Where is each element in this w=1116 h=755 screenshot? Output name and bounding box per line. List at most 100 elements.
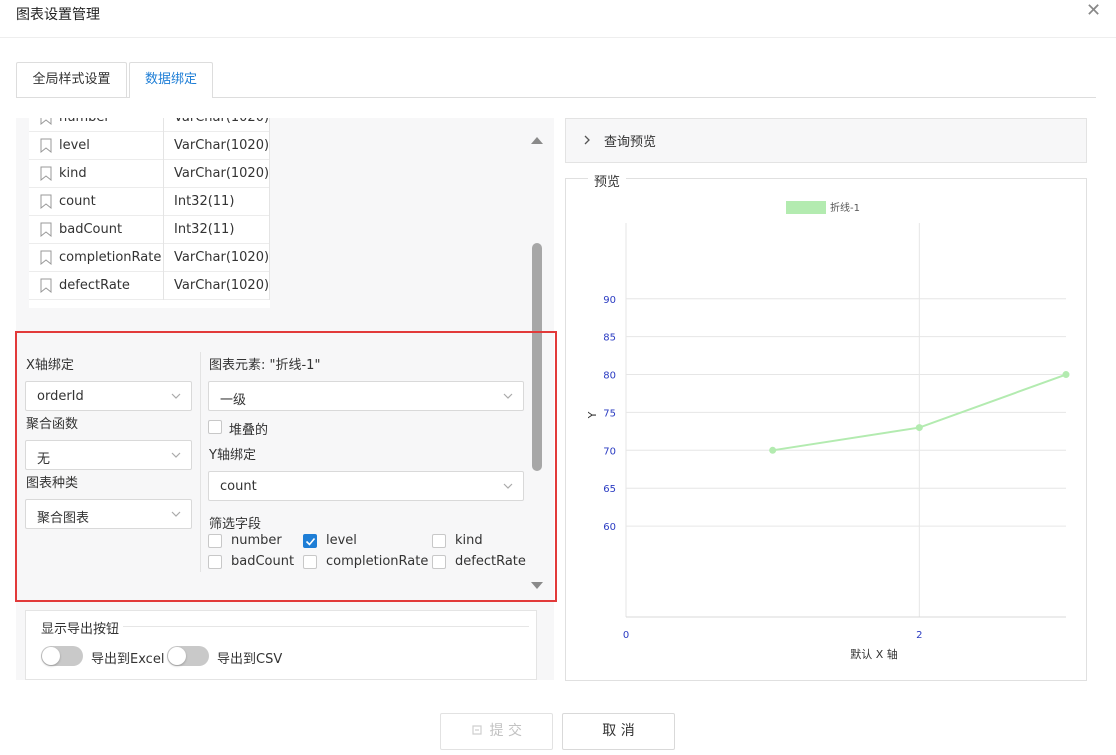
filter-checkbox-level[interactable] <box>303 534 317 548</box>
table-row[interactable]: level VarChar(1020) <box>29 132 270 160</box>
chevron-right-icon[interactable] <box>583 135 591 145</box>
y-axis-select[interactable]: count <box>208 471 524 501</box>
chevron-down-icon <box>171 452 181 458</box>
filter-fields-label: 筛选字段 <box>209 517 262 532</box>
table-row[interactable]: count Int32(11) <box>29 188 270 216</box>
cancel-button-label: 取 消 <box>602 723 635 739</box>
preview-chart: 60 65 70 75 80 85 90 0 2 默认 X 轴 Y 折线-1 <box>586 201 1070 661</box>
field-name-cell: count <box>29 188 164 216</box>
field-name-cell: level <box>29 132 164 160</box>
tab-data-binding[interactable]: 数据绑定 <box>129 62 213 99</box>
table-row[interactable]: defectRate VarChar(1020) <box>29 272 270 300</box>
y-tick-label: 60 <box>603 522 616 533</box>
x-tick-label: 2 <box>916 630 922 641</box>
export-csv-label: 导出到CSV <box>217 652 283 667</box>
field-type-cell: VarChar(1020) <box>164 244 270 272</box>
export-section-title: 显示导出按钮 <box>41 622 120 637</box>
scroll-up-arrow[interactable] <box>531 137 543 144</box>
table-row[interactable]: kind VarChar(1020) <box>29 160 270 188</box>
submit-icon <box>472 725 482 735</box>
filter-checkbox-defectrate[interactable] <box>432 555 446 569</box>
field-name-cell: completionRate <box>29 244 164 272</box>
y-axis-select-value: count <box>220 479 257 494</box>
field-type: VarChar(1020) <box>174 118 269 125</box>
bookmark-icon <box>40 138 52 153</box>
checkmark-icon <box>305 537 316 546</box>
bookmark-icon <box>40 222 52 237</box>
preview-label: 预览 <box>588 171 627 190</box>
field-type-cell: VarChar(1020) <box>164 272 270 300</box>
bookmark-icon <box>40 250 52 265</box>
filter-checkbox-completionrate[interactable] <box>303 555 317 569</box>
aggregate-select[interactable]: 无 <box>25 440 192 470</box>
field-type: VarChar(1020) <box>174 166 270 181</box>
chevron-down-icon <box>171 393 181 399</box>
field-name: kind <box>59 166 87 181</box>
close-icon[interactable]: ✕ <box>1086 0 1101 22</box>
filter-checkbox-number[interactable] <box>208 534 222 548</box>
export-csv-toggle[interactable] <box>167 646 209 666</box>
field-name: number <box>59 118 110 125</box>
export-excel-toggle[interactable] <box>41 646 83 666</box>
chart-kind-label: 图表种类 <box>26 476 79 491</box>
filter-label-level: level <box>326 533 357 548</box>
data-point <box>769 446 777 454</box>
field-type: Int32(11) <box>174 222 235 237</box>
chart-element-select-value: 一级 <box>220 393 247 408</box>
filter-checkbox-kind[interactable] <box>432 534 446 548</box>
filter-label-kind: kind <box>455 533 483 548</box>
field-type: VarChar(1020) <box>174 278 270 293</box>
y-tick-label: 65 <box>603 484 616 495</box>
x-tick-label: 0 <box>623 630 629 641</box>
field-type: VarChar(1020) <box>174 250 270 265</box>
field-table: numberVarChar(1020)levelVarChar(1020)kin… <box>29 118 270 308</box>
chart-kind-select[interactable]: 聚合图表 <box>25 499 192 529</box>
bookmark-icon <box>40 166 52 181</box>
filter-label-completionrate: completionRate <box>326 554 429 569</box>
submit-button[interactable]: 提 交 <box>440 713 553 750</box>
tab-global-style[interactable]: 全局样式设置 <box>16 62 127 98</box>
bookmark-icon <box>40 278 52 293</box>
y-axis-title: Y <box>586 411 599 419</box>
filter-checkbox-badcount[interactable] <box>208 555 222 569</box>
y-tick-label: 70 <box>603 446 616 457</box>
chevron-down-icon <box>171 511 181 517</box>
field-name: completionRate <box>59 250 162 265</box>
field-type-cell: VarChar(1020) <box>164 118 270 132</box>
chart-element-select[interactable]: 一级 <box>208 381 524 411</box>
cancel-button[interactable]: 取 消 <box>562 713 675 750</box>
field-type-cell: VarChar(1020) <box>164 160 270 188</box>
field-name: defectRate <box>59 278 130 293</box>
bookmark-icon <box>40 194 52 209</box>
title-divider <box>0 37 1116 38</box>
aggregate-label: 聚合函数 <box>26 417 79 432</box>
y-axis-label: Y轴绑定 <box>209 448 256 463</box>
chevron-down-icon <box>503 393 513 399</box>
submit-button-label: 提 交 <box>489 723 522 739</box>
chart-grid <box>625 223 1066 617</box>
x-axis-select[interactable]: orderId <box>25 381 192 411</box>
field-name-cell: number <box>29 118 164 132</box>
stacked-checkbox[interactable] <box>208 420 222 434</box>
filter-label-defectrate: defectRate <box>455 554 526 569</box>
field-type-cell: VarChar(1020) <box>164 132 270 160</box>
data-point <box>1062 371 1070 379</box>
field-name-cell: badCount <box>29 216 164 244</box>
table-row[interactable]: badCount Int32(11) <box>29 216 270 244</box>
field-type-cell: Int32(11) <box>164 216 270 244</box>
toggle-knob <box>42 647 60 665</box>
query-preview-label[interactable]: 查询预览 <box>604 131 656 150</box>
chart-element-label: 图表元素: "折线-1" <box>209 358 321 373</box>
chevron-down-icon <box>503 483 513 489</box>
x-axis-title: 默认 X 轴 <box>850 647 898 661</box>
chart-kind-select-value: 聚合图表 <box>37 511 90 526</box>
field-name: level <box>59 138 90 153</box>
legend-swatch <box>786 201 826 214</box>
stacked-label: 堆叠的 <box>229 423 269 438</box>
y-tick-label: 80 <box>603 371 616 382</box>
table-row[interactable]: number VarChar(1020) <box>29 118 270 132</box>
field-name: badCount <box>59 222 123 237</box>
dialog-title: 图表设置管理 <box>16 7 100 23</box>
column-divider <box>200 352 201 572</box>
table-row[interactable]: completionRate VarChar(1020) <box>29 244 270 272</box>
